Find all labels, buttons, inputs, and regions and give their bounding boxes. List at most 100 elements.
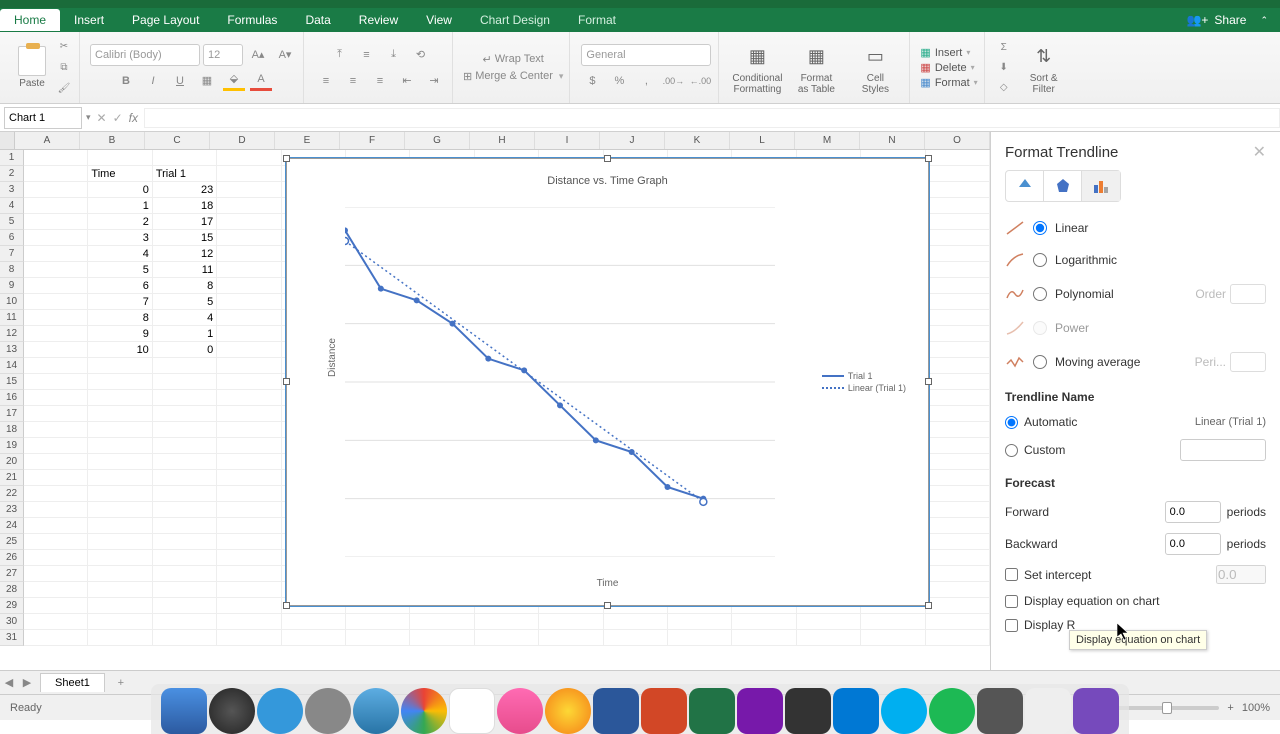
cell[interactable]: 0: [88, 182, 152, 198]
cell[interactable]: [153, 422, 217, 438]
bold-button[interactable]: B: [114, 70, 138, 92]
autosum-icon[interactable]: Σ: [995, 39, 1013, 57]
cell[interactable]: [153, 614, 217, 630]
cell[interactable]: [926, 326, 990, 342]
align-center-icon[interactable]: ≡: [341, 70, 365, 92]
cell[interactable]: [732, 630, 796, 646]
column-header[interactable]: C: [145, 132, 210, 149]
cell[interactable]: 9: [88, 326, 152, 342]
tab-review[interactable]: Review: [345, 9, 412, 31]
cell[interactable]: [88, 390, 152, 406]
orientation-icon[interactable]: ⟲: [409, 44, 433, 66]
cell[interactable]: 5: [153, 294, 217, 310]
cell[interactable]: [926, 166, 990, 182]
dock-app[interactable]: [1025, 688, 1071, 734]
sheet-nav-next[interactable]: ▶: [18, 676, 36, 689]
decrease-indent-icon[interactable]: ⇤: [395, 70, 419, 92]
paste-icon[interactable]: [18, 46, 46, 76]
column-header[interactable]: B: [80, 132, 145, 149]
pane-tab-fill[interactable]: [1006, 171, 1044, 201]
cell[interactable]: [217, 310, 281, 326]
sheet-nav-prev[interactable]: ◀: [0, 676, 18, 689]
insert-cells-button[interactable]: ▦Insert▾: [920, 46, 977, 59]
dock-app-spotify[interactable]: [929, 688, 975, 734]
checkbox-display-r2[interactable]: [1005, 619, 1018, 632]
cell[interactable]: [153, 470, 217, 486]
cell[interactable]: 12: [153, 246, 217, 262]
cell[interactable]: Trial 1: [153, 166, 217, 182]
cell[interactable]: [153, 502, 217, 518]
dock-app-excel[interactable]: [689, 688, 735, 734]
row-header[interactable]: 6: [0, 230, 24, 246]
paste-button[interactable]: Paste: [19, 78, 45, 89]
cell[interactable]: [88, 614, 152, 630]
column-header[interactable]: J: [600, 132, 665, 149]
cell[interactable]: 5: [88, 262, 152, 278]
resize-handle[interactable]: [604, 602, 611, 609]
cell[interactable]: [926, 438, 990, 454]
column-header[interactable]: M: [795, 132, 860, 149]
dock-app[interactable]: [785, 688, 831, 734]
resize-handle[interactable]: [283, 155, 290, 162]
cell[interactable]: [217, 326, 281, 342]
pane-tab-options[interactable]: [1082, 171, 1120, 201]
font-color-button[interactable]: A: [249, 71, 273, 91]
row-header[interactable]: 3: [0, 182, 24, 198]
accept-formula-icon[interactable]: ✓: [113, 111, 123, 125]
increase-font-icon[interactable]: A▴: [246, 44, 270, 66]
row-header[interactable]: 22: [0, 486, 24, 502]
italic-button[interactable]: I: [141, 70, 165, 92]
cell[interactable]: [604, 614, 668, 630]
column-header[interactable]: I: [535, 132, 600, 149]
decrease-font-icon[interactable]: A▾: [273, 44, 297, 66]
row-header[interactable]: 23: [0, 502, 24, 518]
cell[interactable]: [346, 614, 410, 630]
cell[interactable]: [346, 630, 410, 646]
cell[interactable]: [926, 294, 990, 310]
column-header[interactable]: A: [15, 132, 80, 149]
cell[interactable]: [24, 406, 88, 422]
delete-cells-button[interactable]: ▦Delete▾: [920, 61, 977, 74]
cell[interactable]: [153, 150, 217, 166]
cell[interactable]: [24, 390, 88, 406]
forward-input[interactable]: [1165, 501, 1221, 523]
row-header[interactable]: 26: [0, 550, 24, 566]
dock-app-onenote[interactable]: [737, 688, 783, 734]
resize-handle[interactable]: [604, 155, 611, 162]
cell[interactable]: [24, 342, 88, 358]
cell[interactable]: 4: [153, 310, 217, 326]
cell[interactable]: [217, 278, 281, 294]
cell[interactable]: [217, 582, 281, 598]
cell[interactable]: [217, 550, 281, 566]
cell[interactable]: [217, 630, 281, 646]
cell[interactable]: 0: [153, 342, 217, 358]
cell[interactable]: [24, 454, 88, 470]
font-size-select[interactable]: 12: [203, 44, 243, 66]
clear-icon[interactable]: ◇: [995, 79, 1013, 97]
cell[interactable]: [217, 374, 281, 390]
polynomial-order-input[interactable]: [1230, 284, 1266, 304]
resize-handle[interactable]: [925, 378, 932, 385]
cell[interactable]: [88, 454, 152, 470]
row-header[interactable]: 9: [0, 278, 24, 294]
cell[interactable]: [217, 294, 281, 310]
cell[interactable]: [153, 438, 217, 454]
cell[interactable]: [88, 630, 152, 646]
cell[interactable]: [217, 486, 281, 502]
dock-app[interactable]: [209, 688, 255, 734]
resize-handle[interactable]: [925, 602, 932, 609]
cell[interactable]: 23: [153, 182, 217, 198]
row-header[interactable]: 18: [0, 422, 24, 438]
row-header[interactable]: 10: [0, 294, 24, 310]
cell[interactable]: [24, 182, 88, 198]
share-button[interactable]: Share: [1214, 13, 1246, 27]
cell[interactable]: [88, 598, 152, 614]
column-header[interactable]: H: [470, 132, 535, 149]
dock-app-outlook[interactable]: [833, 688, 879, 734]
cell[interactable]: [282, 630, 346, 646]
cell[interactable]: [24, 294, 88, 310]
dock-app-safari[interactable]: [353, 688, 399, 734]
cell[interactable]: [926, 582, 990, 598]
cell[interactable]: [24, 310, 88, 326]
merge-center-button[interactable]: Merge & Center: [475, 70, 553, 82]
